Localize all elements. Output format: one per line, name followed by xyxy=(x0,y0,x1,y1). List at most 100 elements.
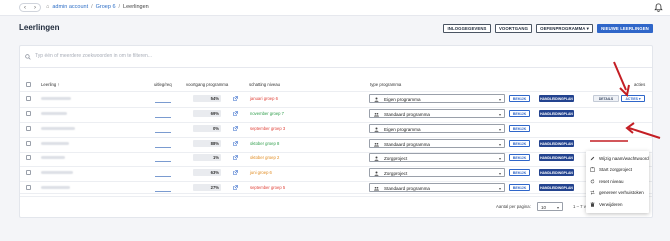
menu-item[interactable]: reset niveau xyxy=(586,176,649,186)
actions-menu: Wijzig naam/wachtwoord Start zorgproject r… xyxy=(586,151,649,213)
inloggegevens-button[interactable]: INLOGGEGEVENS xyxy=(443,24,491,33)
filter-bar[interactable]: Typ één of meerdere zoekwoorden in om te… xyxy=(20,46,652,68)
external-link-icon xyxy=(233,141,238,146)
external-link-icon xyxy=(233,96,238,101)
schatting-niveau: november groep 7 xyxy=(250,111,284,116)
oefenprogramma-dropdown[interactable]: OEFENPROGRAMMA ▾ xyxy=(536,24,593,33)
crumb-current: Leerlingen xyxy=(123,4,149,10)
row-divider xyxy=(20,107,652,108)
person-icon xyxy=(374,156,379,161)
bekijk-button[interactable]: BEKIJK xyxy=(509,184,530,191)
programma-select[interactable]: Zorgproject ▾ xyxy=(369,168,505,177)
row-checkbox[interactable] xyxy=(26,126,31,131)
bell-icon[interactable] xyxy=(654,3,663,12)
handleidingplan-button[interactable]: HANDLEIDINGPLAN xyxy=(539,110,574,117)
per-page-select[interactable]: 10 ▾ xyxy=(537,202,563,211)
select-all-checkbox[interactable] xyxy=(26,82,31,87)
details-button[interactable]: DETAILS xyxy=(593,95,619,102)
crumb-sep: / xyxy=(118,4,121,10)
bekijk-button[interactable]: BEKIJK xyxy=(509,125,530,132)
programma-select[interactable]: Standaard programma ▾ xyxy=(369,183,505,192)
breadcrumb: ⌂ admin account / Groep 6 / Leerlingen xyxy=(46,4,149,11)
handleidingplan-button[interactable]: HANDLEIDINGPLAN xyxy=(539,140,574,147)
menu-item[interactable]: genereer verhuistoken xyxy=(586,188,649,198)
programma-value: Zorgproject xyxy=(384,170,408,176)
menu-item-label: genereer verhuistoken xyxy=(599,190,644,195)
chevron-down-icon: ▾ xyxy=(556,204,559,210)
col-type: type programma xyxy=(370,82,402,87)
external-link-icon xyxy=(233,155,238,160)
row-divider xyxy=(20,122,652,123)
programma-select[interactable]: Zorgproject ▾ xyxy=(369,153,505,162)
student-name-redacted xyxy=(41,142,69,145)
crumb-sep: / xyxy=(91,4,93,10)
row-checkbox[interactable] xyxy=(26,111,31,116)
crumb-account[interactable]: admin account xyxy=(52,4,88,11)
schatting-niveau: oktober groep 2 xyxy=(250,155,280,160)
bekijk-button[interactable]: BEKIJK xyxy=(509,110,530,117)
uitleg-underline xyxy=(155,117,171,118)
programma-value: Eigen programma xyxy=(384,126,421,132)
handleidingplan-button[interactable]: HANDLEIDINGPLAN xyxy=(539,154,574,161)
person-icon xyxy=(374,171,379,176)
person-icon xyxy=(374,127,379,132)
schatting-niveau: september groep 5 xyxy=(250,185,286,190)
chevron-down-icon: ▾ xyxy=(498,96,501,102)
row-checkbox[interactable] xyxy=(26,155,31,160)
crumb-group[interactable]: Groep 6 xyxy=(96,4,116,11)
search-input[interactable]: Typ één of meerdere zoekwoorden in om te… xyxy=(35,53,152,60)
progress-value: 63% xyxy=(193,169,221,176)
nieuwe-leerlingen-button[interactable]: NIEUWE LEERLINGEN xyxy=(597,24,653,33)
menu-item[interactable]: Start zorgproject xyxy=(586,165,649,175)
programma-select[interactable]: Standaard programma ▾ xyxy=(369,109,505,118)
schatting-niveau: september groep 3 xyxy=(250,126,286,131)
menu-item[interactable]: Verwijderen xyxy=(586,199,649,209)
programma-select[interactable]: Standaard programma ▾ xyxy=(369,139,505,148)
pencil-icon xyxy=(590,156,595,160)
uitleg-underline xyxy=(155,132,171,133)
handleidingplan-button[interactable]: HANDLEIDINGPLAN xyxy=(539,95,574,102)
uitleg-underline xyxy=(155,147,171,148)
row-checkbox[interactable] xyxy=(26,141,31,146)
row-checkbox[interactable] xyxy=(26,185,31,190)
forward-arrow-icon[interactable]: › xyxy=(34,5,36,11)
handleidingplan-button[interactable]: HANDLEIDINGPLAN xyxy=(539,184,574,191)
row-checkbox[interactable] xyxy=(26,170,31,175)
home-icon[interactable]: ⌂ xyxy=(46,4,49,11)
back-arrow-icon[interactable]: ‹ xyxy=(24,5,26,11)
row-divider xyxy=(20,181,652,182)
menu-item[interactable]: Wijzig naam/wachtwoord xyxy=(586,153,649,163)
handleidingplan-button[interactable]: HANDLEIDINGPLAN xyxy=(539,169,574,176)
progress-value: 54% xyxy=(193,95,221,102)
bekijk-button[interactable]: BEKIJK xyxy=(509,95,530,102)
student-name-redacted xyxy=(41,186,70,189)
col-leerling[interactable]: Leerling ↑ xyxy=(41,82,60,87)
group-icon xyxy=(374,112,379,116)
voortgang-button[interactable]: VOORTGANG xyxy=(495,24,532,33)
bekijk-button[interactable]: BEKIJK xyxy=(509,140,530,147)
programma-value: Standaard programma xyxy=(384,141,430,147)
external-link-icon xyxy=(233,170,238,175)
bekijk-button[interactable]: BEKIJK xyxy=(509,169,530,176)
row-checkbox[interactable] xyxy=(26,96,31,101)
chevron-down-icon: ▾ xyxy=(498,141,501,147)
bekijk-button[interactable]: BEKIJK xyxy=(509,154,530,161)
student-name-redacted xyxy=(41,171,73,174)
uitleg-underline xyxy=(155,191,171,192)
student-name-redacted xyxy=(41,112,67,115)
reset-icon xyxy=(590,178,595,183)
menu-item-label: Start zorgproject xyxy=(599,167,633,172)
student-name-redacted xyxy=(41,156,65,159)
acties-dropdown[interactable]: ACTIES ▾ xyxy=(621,95,645,102)
programma-select[interactable]: Eigen programma ▾ xyxy=(369,124,505,133)
col-uitleg: uitleg/req xyxy=(154,82,172,87)
menu-item-label: Verwijderen xyxy=(599,201,623,207)
col-voortgang: voortgang programma xyxy=(186,82,229,87)
row-divider xyxy=(20,152,652,153)
transfer-icon xyxy=(590,190,595,195)
programma-select[interactable]: Eigen programma ▾ xyxy=(369,94,505,103)
header-divider xyxy=(20,91,652,92)
history-nav[interactable]: ‹ › xyxy=(19,3,41,12)
clipboard-icon xyxy=(590,167,595,172)
chevron-down-icon: ▾ xyxy=(498,170,501,176)
